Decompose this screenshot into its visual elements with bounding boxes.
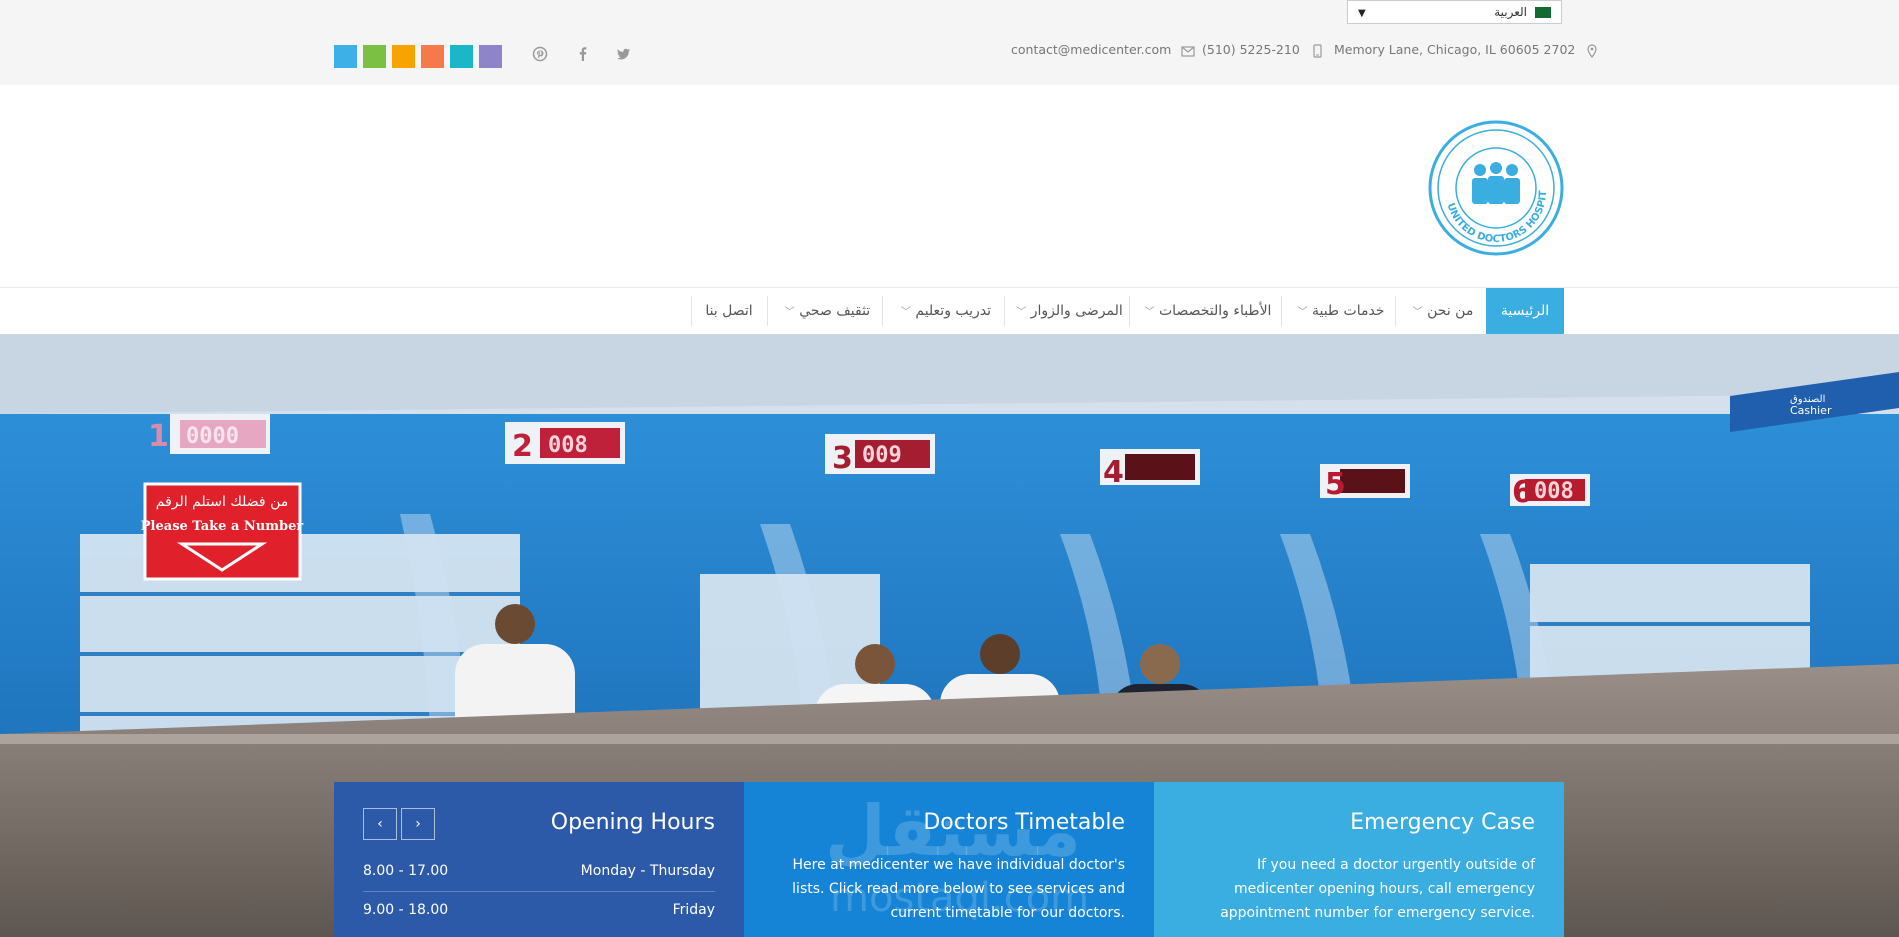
watermark-sub: mostaql.com bbox=[830, 875, 1090, 921]
main-nav: الرئيسية ﹀ من نحن ﹀ خدمات طبية ﹀ الأطباء… bbox=[0, 287, 1899, 334]
opening-hours-box: ‹ › Opening Hours 8.00 - 17.00 Monday - … bbox=[334, 782, 744, 937]
nav-item-patients-visitors[interactable]: ﹀ المرضى والزوار bbox=[1005, 288, 1128, 334]
top-bar: ▼ العربية Memory Lane, Chicago, IL 60605… bbox=[0, 0, 1899, 85]
cashier-label-ar: الصندوق bbox=[1790, 394, 1825, 405]
hours-row: 8.00 - 17.00 Monday - Thursday bbox=[363, 853, 715, 892]
color-swatch[interactable] bbox=[392, 45, 415, 68]
color-swatch[interactable] bbox=[450, 45, 473, 68]
counter-number: 1 bbox=[148, 419, 169, 454]
sign-text: Please Take a Number bbox=[141, 519, 304, 534]
chevron-down-icon: ﹀ bbox=[1016, 307, 1027, 318]
language-select[interactable]: ▼ العربية bbox=[1347, 0, 1562, 24]
phone-icon bbox=[1313, 43, 1322, 58]
counter-display: 0000 bbox=[186, 424, 239, 449]
twitter-icon[interactable] bbox=[616, 46, 632, 62]
chevron-down-icon: ﹀ bbox=[784, 307, 795, 318]
hospital-logo[interactable]: UNITED DOCTORS HOSPITAL bbox=[1428, 120, 1564, 256]
color-swatch[interactable] bbox=[363, 45, 386, 68]
hours-row: 9.00 - 18.00 Friday bbox=[363, 902, 715, 918]
next-arrow-button[interactable]: › bbox=[401, 808, 435, 840]
chevron-down-icon: ﹀ bbox=[1297, 307, 1308, 318]
counter-number: 2 bbox=[512, 429, 533, 464]
email[interactable]: contact@medicenter.com bbox=[1011, 42, 1195, 58]
address: Memory Lane, Chicago, IL 60605 2702 bbox=[1334, 42, 1599, 58]
envelope-icon bbox=[1181, 45, 1195, 57]
chevron-down-icon: ﹀ bbox=[1412, 307, 1423, 318]
facebook-icon[interactable] bbox=[575, 46, 591, 62]
nav-item-about[interactable]: ﹀ من نحن bbox=[1396, 288, 1484, 334]
saudi-flag-icon bbox=[1535, 6, 1551, 18]
counter-number: 4 bbox=[1103, 455, 1124, 490]
color-swatch[interactable] bbox=[334, 45, 357, 68]
language-selected: العربية bbox=[1494, 5, 1527, 19]
nav-item-training[interactable]: ﹀ تدريب وتعليم bbox=[883, 288, 1003, 334]
sign-text-ar: من فضلك استلم الرقم bbox=[156, 494, 288, 510]
phone: (510) 5225-210 bbox=[1202, 42, 1324, 58]
nav-item-doctors[interactable]: ﹀ الأطباء والتخصصات bbox=[1130, 288, 1280, 334]
counter-number: 5 bbox=[1325, 467, 1346, 502]
location-pin-icon bbox=[1587, 43, 1597, 58]
cashier-label: Cashier bbox=[1790, 404, 1832, 417]
color-swatch[interactable] bbox=[479, 45, 502, 68]
watermark: مستقل bbox=[825, 790, 1082, 872]
emergency-title: Emergency Case bbox=[1350, 810, 1535, 835]
nav-item-home[interactable]: الرئيسية bbox=[1486, 288, 1564, 334]
color-swatch[interactable] bbox=[421, 45, 444, 68]
nav-item-contact[interactable]: اتصل بنا bbox=[692, 288, 766, 334]
hours-arrows: ‹ › bbox=[363, 808, 439, 840]
counter-number: 6 bbox=[1512, 475, 1533, 510]
counter-display: 008 bbox=[1534, 479, 1574, 504]
chevron-down-icon: ﹀ bbox=[1144, 307, 1155, 318]
nav-item-health-education[interactable]: ﹀ تثقيف صحي bbox=[768, 288, 881, 334]
prev-arrow-button[interactable]: ‹ bbox=[363, 808, 397, 840]
chevron-down-icon: ﹀ bbox=[900, 307, 911, 318]
counter-display: 009 bbox=[862, 443, 902, 468]
nav-item-medical-services[interactable]: ﹀ خدمات طبية bbox=[1282, 288, 1394, 334]
emergency-text: If you need a doctor urgently outside of… bbox=[1220, 857, 1535, 921]
counter-number: 3 bbox=[832, 441, 853, 476]
pinterest-icon[interactable] bbox=[532, 46, 548, 62]
counter-display: 008 bbox=[548, 433, 588, 458]
caret-down-icon: ▼ bbox=[1358, 8, 1366, 19]
color-swatches bbox=[334, 45, 508, 68]
emergency-box: Emergency Case If you need a doctor urge… bbox=[1154, 782, 1564, 937]
